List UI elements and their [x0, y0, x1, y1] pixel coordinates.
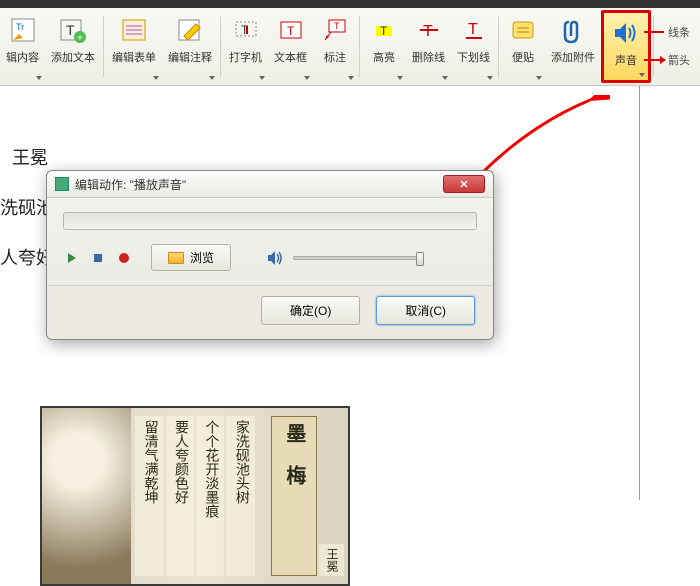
highlight-button[interactable]: T 高亮 — [362, 10, 406, 83]
chevron-down-icon — [397, 76, 403, 80]
chevron-down-icon — [153, 76, 159, 80]
attachment-button[interactable]: 添加附件 — [545, 10, 601, 83]
label: 箭头 — [668, 52, 690, 68]
browse-button[interactable]: 浏览 — [151, 244, 231, 271]
dialog-title: 编辑动作: "播放声音" — [75, 176, 443, 193]
note-button[interactable]: 便贴 — [501, 10, 545, 83]
typewriter-button[interactable]: T 打字机 — [223, 10, 268, 83]
annotation-icon — [174, 14, 206, 46]
cancel-button[interactable]: 取消(C) — [376, 296, 475, 325]
svg-text:+: + — [77, 33, 83, 44]
underline-button[interactable]: T 下划线 — [451, 10, 496, 83]
poem-line: 要人夸颜色好 — [166, 416, 194, 576]
svg-text:Tr: Tr — [16, 22, 24, 32]
tool-label: 添加附件 — [551, 52, 595, 64]
edit-form-button[interactable]: 编辑表单 — [106, 10, 162, 83]
tool-label: 标注 — [324, 52, 346, 64]
chevron-down-icon — [348, 76, 354, 80]
callout-icon: T — [319, 14, 351, 46]
svg-text:T: T — [66, 22, 75, 38]
chevron-down-icon — [36, 76, 42, 80]
close-button[interactable]: ✕ — [443, 175, 485, 193]
note-icon — [507, 14, 539, 46]
dialog-titlebar[interactable]: 编辑动作: "播放声音" ✕ — [47, 171, 493, 198]
poem-line: 留清气满乾坤 — [135, 416, 163, 576]
underline-icon: T — [458, 14, 490, 46]
svg-text:T: T — [423, 23, 433, 40]
tool-label: 下划线 — [457, 52, 490, 64]
poem-title: 墨 梅 — [271, 416, 317, 576]
tool-label: 便贴 — [512, 52, 534, 64]
speaker-icon — [610, 17, 642, 49]
svg-text:T: T — [468, 21, 478, 38]
tool-label: 辑内容 — [6, 52, 39, 64]
svg-text:T: T — [287, 24, 295, 38]
edit-content-button[interactable]: Tr 辑内容 — [0, 10, 45, 83]
edit-annotation-button[interactable]: 编辑注释 — [162, 10, 218, 83]
poem-line: 家洗砚池头树 — [226, 416, 254, 576]
volume-slider[interactable] — [293, 256, 421, 260]
line-icon — [644, 31, 664, 33]
chevron-down-icon — [442, 76, 448, 80]
poem-author: 王冕 — [319, 544, 344, 576]
form-icon — [118, 14, 150, 46]
edit-content-icon: Tr — [7, 14, 39, 46]
svg-text:T: T — [334, 21, 340, 31]
add-text-icon: T+ — [57, 14, 89, 46]
audio-progress[interactable] — [63, 212, 477, 230]
strikethrough-button[interactable]: T 删除线 — [406, 10, 451, 83]
chevron-down-icon — [209, 76, 215, 80]
typewriter-icon: T — [230, 14, 262, 46]
paperclip-icon — [557, 14, 589, 46]
textbox-icon: T — [275, 14, 307, 46]
tool-label: 添加文本 — [51, 52, 95, 64]
edit-action-dialog: 编辑动作: "播放声音" ✕ 浏览 确定(O) 取消(C) — [46, 170, 494, 340]
browse-label: 浏览 — [190, 249, 214, 266]
svg-text:T: T — [380, 24, 388, 38]
tool-label: 打字机 — [229, 52, 262, 64]
main-toolbar: Tr 辑内容 T+ 添加文本 编辑表单 编辑注释 T 打字机 T 文本框 T 标… — [0, 8, 700, 86]
label: 线条 — [668, 24, 690, 40]
line-option[interactable]: 线条 — [644, 24, 696, 40]
play-button[interactable] — [63, 249, 81, 267]
chevron-down-icon — [536, 76, 542, 80]
app-icon — [55, 177, 69, 191]
tool-label: 高亮 — [373, 52, 395, 64]
chevron-down-icon — [487, 76, 493, 80]
tool-label: 文本框 — [274, 52, 307, 64]
callout-button[interactable]: T 标注 — [313, 10, 357, 83]
doc-text: 王冕 — [12, 144, 48, 170]
arrow-icon — [644, 59, 664, 61]
tool-label: 声音 — [615, 55, 637, 67]
chevron-down-icon — [304, 76, 310, 80]
stop-button[interactable] — [89, 249, 107, 267]
tool-label: 编辑注释 — [168, 52, 212, 64]
poem-line: 个个花开淡墨痕 — [196, 416, 224, 576]
chevron-down-icon — [639, 73, 645, 77]
volume-icon — [265, 248, 285, 268]
strikethrough-icon: T — [413, 14, 445, 46]
chevron-down-icon — [259, 76, 265, 80]
tool-label: 删除线 — [412, 52, 445, 64]
folder-icon — [168, 252, 184, 264]
ok-button[interactable]: 确定(O) — [261, 296, 360, 325]
slider-thumb[interactable] — [416, 252, 424, 266]
document-image: 留清气满乾坤 要人夸颜色好 个个花开淡墨痕 家洗砚池头树 墨 梅 王冕 — [40, 406, 350, 586]
add-text-button[interactable]: T+ 添加文本 — [45, 10, 101, 83]
textbox-button[interactable]: T 文本框 — [268, 10, 313, 83]
highlight-icon: T — [368, 14, 400, 46]
record-button[interactable] — [115, 249, 133, 267]
arrow-option[interactable]: 箭头 — [644, 52, 696, 68]
right-panel: 线条 箭头 — [640, 20, 700, 72]
tool-label: 编辑表单 — [112, 52, 156, 64]
